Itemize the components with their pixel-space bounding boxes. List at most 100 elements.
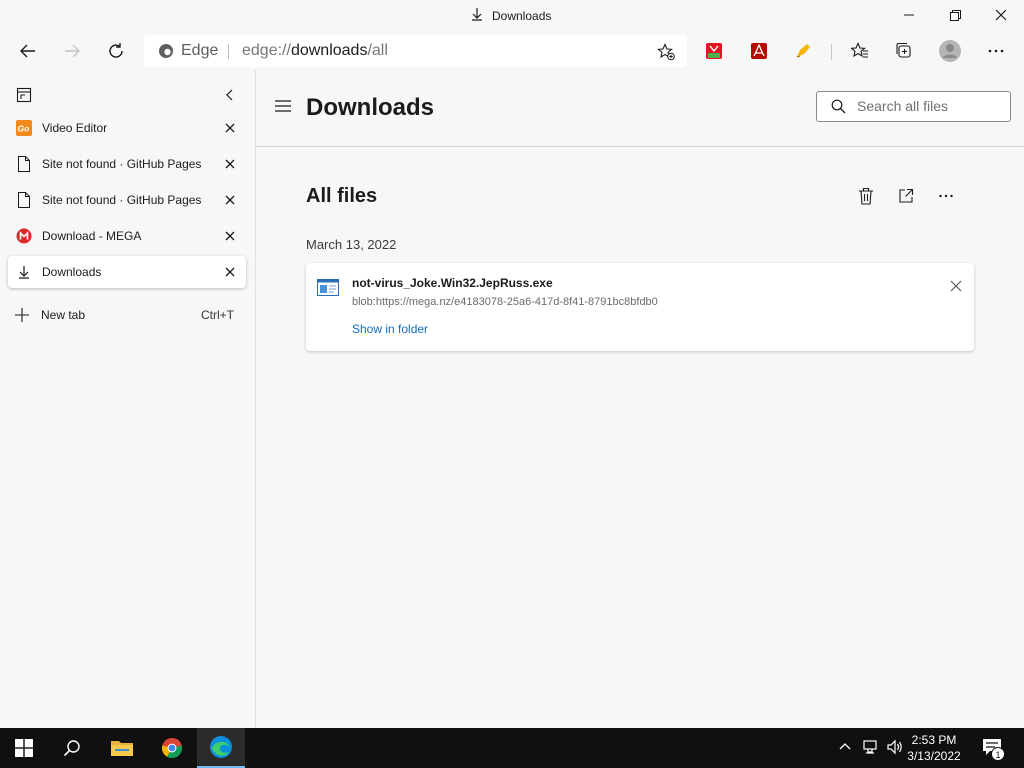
window-title: Downloads [470, 7, 551, 24]
address-bar[interactable]: Edge edge://downloads/all [144, 35, 687, 67]
address-divider [228, 44, 229, 59]
refresh-button[interactable] [100, 35, 132, 67]
window-title-text: Downloads [492, 8, 552, 23]
goplay-icon: Go [16, 120, 32, 136]
folder-icon [111, 741, 133, 756]
page-title: Downloads [306, 94, 435, 121]
edge-taskbar-button[interactable] [197, 728, 245, 768]
url-text: edge://downloads/all [242, 42, 388, 60]
date-group-heading: March 13, 2022 [306, 237, 397, 252]
tab-actions-button[interactable] [14, 85, 34, 105]
exe-file-icon [317, 279, 339, 302]
tab-github-pages-1[interactable]: Site not found · GitHub Pages [8, 148, 246, 180]
url-scheme: edge:// [242, 42, 291, 59]
network-icon[interactable] [862, 739, 880, 760]
close-tab-button[interactable] [218, 116, 242, 140]
system-clock[interactable]: 2:53 PM 3/13/2022 [898, 732, 970, 764]
search-icon [63, 740, 80, 757]
new-tab-label: New tab [41, 308, 86, 322]
new-tab-button[interactable]: New tab Ctrl+T [8, 303, 246, 327]
search-input[interactable] [857, 97, 1002, 115]
close-window-button[interactable] [978, 0, 1024, 30]
clear-all-button[interactable] [854, 184, 878, 208]
file-source-url: blob:https://mega.nz/e4183078-25a6-417d-… [352, 296, 658, 308]
edge-brand: Edge [158, 42, 218, 60]
tab-label: Video Editor [42, 121, 108, 135]
download-item: not-virus_Joke.Win32.JepRuss.exe blob:ht… [306, 263, 974, 351]
close-tab-button[interactable] [218, 152, 242, 176]
close-icon [950, 280, 962, 292]
highlighter-icon [796, 44, 810, 58]
edge-brand-label: Edge [181, 42, 219, 59]
plus-icon [14, 307, 30, 323]
chrome-icon [161, 738, 183, 759]
favorites-icon [851, 42, 868, 58]
refresh-icon [109, 43, 123, 58]
vertical-tabs-sidebar: Go Video Editor Site not found · GitHub … [0, 70, 256, 728]
downloads-header: Downloads [256, 70, 1024, 147]
menu-button[interactable] [274, 99, 294, 115]
settings-more-button[interactable] [982, 37, 1010, 65]
show-in-folder-link[interactable]: Show in folder [352, 322, 428, 336]
back-arrow-icon [20, 44, 35, 58]
remove-download-button[interactable] [946, 276, 966, 296]
collapse-sidebar-button[interactable] [220, 85, 240, 105]
acrobat-icon [751, 43, 767, 59]
chrome-button[interactable] [148, 728, 196, 768]
more-options-button[interactable] [934, 184, 958, 208]
start-button[interactable] [0, 728, 48, 768]
highlighter-extension-button[interactable] [789, 37, 817, 65]
edge-logo-icon [159, 44, 173, 58]
downloads-page: Downloads All files March 13, 2022 not-v… [256, 70, 1024, 728]
acrobat-extension-button[interactable] [745, 37, 773, 65]
search-box[interactable] [816, 91, 1011, 122]
pdf-extension-button[interactable] [700, 37, 728, 65]
close-tab-button[interactable] [218, 260, 242, 284]
add-favorite-button[interactable] [656, 42, 676, 62]
page-icon [16, 192, 32, 208]
tab-label: Downloads [42, 265, 102, 279]
tab-label: Site not found · GitHub Pages [42, 193, 202, 207]
pdf-extension-icon [706, 43, 722, 59]
section-title: All files [306, 185, 378, 207]
forward-arrow-icon [65, 44, 80, 58]
hamburger-icon [275, 100, 291, 112]
mega-icon [16, 228, 32, 244]
browser-toolbar: Edge edge://downloads/all [0, 32, 1024, 70]
file-explorer-button[interactable] [98, 728, 146, 768]
title-bar: Downloads [0, 0, 1024, 32]
favorites-button[interactable] [846, 37, 874, 65]
profile-button[interactable] [936, 37, 964, 65]
tab-video-editor[interactable]: Go Video Editor [8, 112, 246, 144]
new-tab-shortcut: Ctrl+T [201, 308, 234, 322]
tab-downloads[interactable]: Downloads [8, 256, 246, 288]
notification-count-badge: 1 [991, 747, 1005, 761]
tab-actions-icon [16, 87, 32, 103]
back-button[interactable] [12, 35, 44, 67]
chevron-up-icon[interactable] [838, 740, 852, 759]
restore-button[interactable] [932, 0, 978, 30]
svg-text:Go: Go [18, 124, 30, 134]
collections-button[interactable] [890, 37, 918, 65]
taskbar-search-button[interactable] [48, 728, 96, 768]
close-icon [225, 195, 235, 205]
close-tab-button[interactable] [218, 188, 242, 212]
tab-label: Site not found · GitHub Pages [42, 157, 202, 171]
forward-button[interactable] [56, 35, 88, 67]
windows-logo-icon [15, 739, 33, 757]
edge-icon [210, 736, 232, 758]
minimize-button[interactable] [886, 0, 932, 30]
tab-label: Download - MEGA [42, 229, 142, 243]
action-center-button[interactable]: 1 [982, 738, 1008, 761]
tab-mega-download[interactable]: Download - MEGA [8, 220, 246, 252]
close-tab-button[interactable] [218, 224, 242, 248]
url-path: /all [367, 42, 388, 59]
collections-icon [896, 42, 911, 58]
more-icon [988, 49, 1004, 53]
close-icon [225, 123, 235, 133]
tab-github-pages-2[interactable]: Site not found · GitHub Pages [8, 184, 246, 216]
url-host: downloads [290, 42, 368, 59]
file-name[interactable]: not-virus_Joke.Win32.JepRuss.exe [352, 276, 553, 290]
more-icon [939, 194, 953, 198]
open-folder-button[interactable] [894, 184, 918, 208]
